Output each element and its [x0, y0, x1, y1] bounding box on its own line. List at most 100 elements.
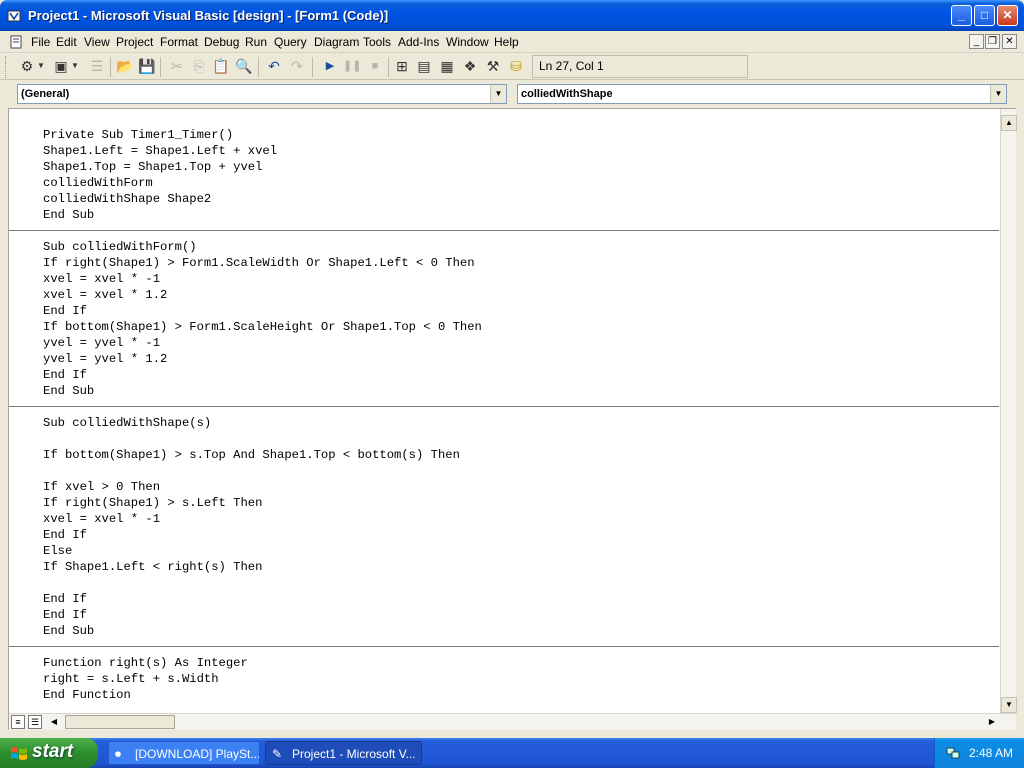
mdi-close-button[interactable]: ✕ — [1002, 34, 1017, 49]
vertical-scrollbar[interactable]: ▲ ▼ — [1000, 109, 1017, 713]
toolbar-grip[interactable] — [5, 56, 8, 78]
pause-icon[interactable]: ❚❚ — [343, 57, 361, 75]
procedure-view-button[interactable]: ≡ — [11, 715, 25, 729]
code-line[interactable]: End Sub — [43, 207, 1003, 223]
menu-format[interactable]: Format — [160, 35, 198, 49]
close-button[interactable]: ✕ — [997, 5, 1018, 26]
code-window[interactable]: Private Sub Timer1_Timer() Shape1.Left = … — [8, 108, 1017, 730]
menu-editor-icon[interactable]: ☰ — [88, 57, 106, 75]
code-window-icon[interactable] — [10, 35, 24, 49]
run-icon[interactable]: ▶ — [321, 57, 339, 75]
chevron-down-icon[interactable]: ▼ — [36, 57, 46, 75]
chevron-down-icon[interactable]: ▼ — [490, 85, 506, 103]
procedure-combo[interactable]: colliedWithShape ▼ — [517, 84, 1007, 104]
redo-icon[interactable]: ↷ — [288, 57, 306, 75]
object-browser-icon[interactable]: ❖ — [461, 57, 479, 75]
code-line[interactable]: right = s.Left + s.Width — [43, 671, 1003, 687]
copy-icon[interactable]: ⎘ — [190, 57, 208, 75]
code-line[interactable]: If bottom(Shape1) > s.Top And Shape1.Top… — [43, 447, 1003, 463]
code-line[interactable]: Shape1.Top = Shape1.Top + yvel — [43, 159, 1003, 175]
paste-icon[interactable]: 📋 — [212, 57, 230, 75]
code-line[interactable]: If xvel > 0 Then — [43, 479, 1003, 495]
menu-add-ins[interactable]: Add-Ins — [398, 35, 439, 49]
menu-view[interactable]: View — [84, 35, 110, 49]
menu-file[interactable]: File — [31, 35, 50, 49]
mdi-minimize-button[interactable]: _ — [969, 34, 984, 49]
scroll-left-icon[interactable]: ◀ — [47, 715, 61, 729]
undo-icon[interactable]: ↶ — [265, 57, 283, 75]
code-line[interactable]: Sub colliedWithForm() — [43, 239, 1003, 255]
cut-icon[interactable]: ✂ — [168, 57, 186, 75]
taskbar-item-playstation[interactable]: ⏺ [DOWNLOAD] PlaySt... — [108, 741, 260, 765]
toolbar-separator — [388, 57, 389, 77]
chevron-down-icon[interactable]: ▼ — [990, 85, 1006, 103]
code-line[interactable] — [43, 431, 1003, 447]
save-project-icon[interactable]: 💾 — [138, 57, 156, 75]
mdi-restore-button[interactable]: ❐ — [985, 34, 1000, 49]
code-line[interactable]: End If — [43, 527, 1003, 543]
taskbar-item-project1[interactable]: ✎ Project1 - Microsoft V... — [265, 741, 422, 765]
data-view-icon[interactable]: ⛁ — [507, 57, 525, 75]
code-line[interactable]: yvel = yvel * -1 — [43, 335, 1003, 351]
code-line[interactable]: yvel = yvel * 1.2 — [43, 351, 1003, 367]
code-editor[interactable]: Private Sub Timer1_Timer() Shape1.Left = … — [43, 127, 1003, 703]
menu-debug[interactable]: Debug — [204, 35, 239, 49]
code-line[interactable]: If right(Shape1) > s.Left Then — [43, 495, 1003, 511]
code-line[interactable]: Else — [43, 543, 1003, 559]
code-line[interactable]: End If — [43, 367, 1003, 383]
code-line[interactable]: End If — [43, 591, 1003, 607]
menu-tools[interactable]: Tools — [363, 35, 391, 49]
scroll-right-icon[interactable]: ▶ — [985, 715, 999, 729]
code-line[interactable]: If bottom(Shape1) > Form1.ScaleHeight Or… — [43, 319, 1003, 335]
code-line[interactable]: End Sub — [43, 623, 1003, 639]
code-line[interactable] — [43, 463, 1003, 479]
full-module-view-button[interactable]: ☰ — [28, 715, 42, 729]
add-form-icon[interactable]: ▣ — [52, 57, 70, 75]
form-layout-icon[interactable]: ▦ — [438, 57, 456, 75]
code-line[interactable]: Function right(s) As Integer — [43, 655, 1003, 671]
taskbar-item-label: Project1 - Microsoft V... — [292, 747, 416, 761]
code-line[interactable]: Sub colliedWithShape(s) — [43, 415, 1003, 431]
code-line[interactable]: End If — [43, 607, 1003, 623]
code-line[interactable]: xvel = xvel * -1 — [43, 511, 1003, 527]
chevron-down-icon[interactable]: ▼ — [70, 57, 80, 75]
scroll-down-icon[interactable]: ▼ — [1001, 697, 1017, 713]
open-project-icon[interactable]: 📂 — [116, 57, 134, 75]
network-icon[interactable] — [945, 745, 961, 761]
maximize-button[interactable]: □ — [974, 5, 995, 26]
horizontal-scroll-thumb[interactable] — [65, 715, 175, 729]
menu-run[interactable]: Run — [245, 35, 267, 49]
code-line[interactable]: Shape1.Left = Shape1.Left + xvel — [43, 143, 1003, 159]
properties-window-icon[interactable]: ▤ — [415, 57, 433, 75]
code-line[interactable]: If right(Shape1) > Form1.ScaleWidth Or S… — [43, 255, 1003, 271]
code-line[interactable] — [43, 575, 1003, 591]
menu-diagram[interactable]: Diagram — [314, 35, 359, 49]
project-explorer-icon[interactable]: ⊞ — [393, 57, 411, 75]
find-icon[interactable]: 🔍 — [235, 57, 253, 75]
code-line[interactable]: colliedWithForm — [43, 175, 1003, 191]
title-bar[interactable]: Project1 - Microsoft Visual Basic [desig… — [0, 0, 1024, 31]
code-line[interactable]: End If — [43, 303, 1003, 319]
object-combo[interactable]: (General) ▼ — [17, 84, 507, 104]
code-line[interactable]: colliedWithShape Shape2 — [43, 191, 1003, 207]
code-line[interactable]: If Shape1.Left < right(s) Then — [43, 559, 1003, 575]
code-line[interactable]: End Function — [43, 687, 1003, 703]
clock[interactable]: 2:48 AM — [969, 746, 1013, 760]
scroll-up-icon[interactable]: ▲ — [1001, 115, 1017, 131]
stop-icon[interactable]: ■ — [366, 57, 384, 75]
toolbox-icon[interactable]: ⚒ — [484, 57, 502, 75]
start-button[interactable]: start — [0, 738, 98, 768]
minimize-button[interactable]: _ — [951, 5, 972, 26]
vb-app-icon[interactable] — [7, 8, 23, 24]
menu-window[interactable]: Window — [446, 35, 489, 49]
code-line[interactable]: xvel = xvel * 1.2 — [43, 287, 1003, 303]
menu-help[interactable]: Help — [494, 35, 519, 49]
code-line[interactable]: xvel = xvel * -1 — [43, 271, 1003, 287]
add-project-icon[interactable]: ⚙ — [18, 57, 36, 75]
horizontal-scrollbar[interactable]: ≡ ☰ ◀ ▶ — [9, 713, 1016, 730]
menu-project[interactable]: Project — [116, 35, 153, 49]
code-line[interactable]: Private Sub Timer1_Timer() — [43, 127, 1003, 143]
code-line[interactable]: End Sub — [43, 383, 1003, 399]
menu-query[interactable]: Query — [274, 35, 307, 49]
menu-edit[interactable]: Edit — [56, 35, 77, 49]
